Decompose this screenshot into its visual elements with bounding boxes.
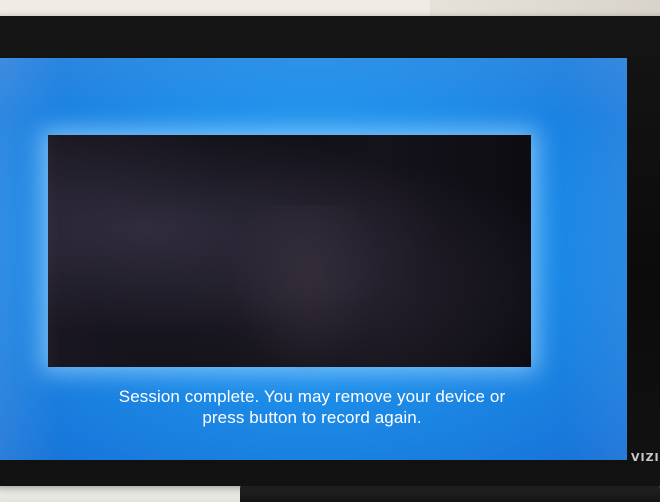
session-complete-message: Session complete. You may remove your de… [0,386,627,428]
tv-brand-logo: VIZIO [630,451,660,464]
tv-stand [240,484,660,502]
tv-screen: Session complete. You may remove your de… [0,58,627,460]
photo-of-tv: Session complete. You may remove your de… [0,0,660,502]
message-line-1: Session complete. You may remove your de… [118,387,506,406]
video-preview-panel [48,135,531,375]
tv-bezel: Session complete. You may remove your de… [0,16,660,486]
message-line-2: press button to record again. [202,408,422,427]
